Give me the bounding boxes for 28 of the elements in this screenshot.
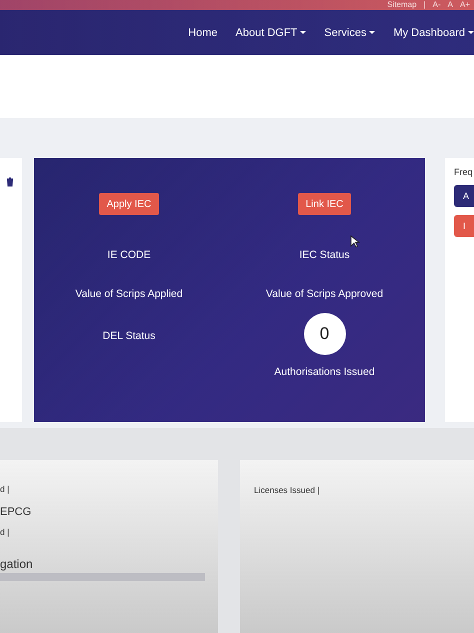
iec-button[interactable]: Link IEC bbox=[298, 193, 352, 215]
separator: | bbox=[424, 1, 426, 9]
field-label: IEC Status bbox=[299, 249, 350, 261]
field-label: IE CODE bbox=[107, 249, 151, 261]
stat-label: d | bbox=[0, 484, 10, 494]
nav-link[interactable]: About DGFT bbox=[236, 26, 306, 38]
field-label: Value of Scrips Applied bbox=[75, 288, 183, 300]
field-label: Value of Scrips Approved bbox=[266, 288, 384, 300]
quick-link-button[interactable]: I bbox=[454, 215, 474, 237]
cursor-icon bbox=[350, 235, 360, 248]
section-heading: EPCG bbox=[0, 506, 32, 518]
count-label: Authorisations Issued bbox=[274, 366, 375, 378]
count-circle: 0 bbox=[304, 313, 346, 355]
stat-label: d | bbox=[0, 527, 10, 537]
card-title: Freq bbox=[454, 167, 474, 177]
field-label: DEL Status bbox=[102, 330, 156, 342]
nav-link[interactable]: My Dashboard bbox=[393, 26, 474, 38]
sitemap-link[interactable]: Sitemap bbox=[387, 1, 417, 9]
trash-icon bbox=[6, 177, 14, 187]
quick-link-button[interactable]: A bbox=[454, 185, 474, 207]
font-size-button[interactable]: A+ bbox=[460, 1, 470, 9]
stat-label: Licenses Issued | bbox=[254, 485, 320, 495]
section-title: gation bbox=[0, 557, 33, 571]
iec-button[interactable]: Apply IEC bbox=[98, 193, 160, 215]
nav-link[interactable]: Services bbox=[324, 26, 376, 38]
font-size-button[interactable]: A- bbox=[432, 1, 441, 9]
nav-link[interactable]: Home bbox=[188, 26, 218, 38]
font-size-button[interactable]: A bbox=[448, 1, 453, 9]
